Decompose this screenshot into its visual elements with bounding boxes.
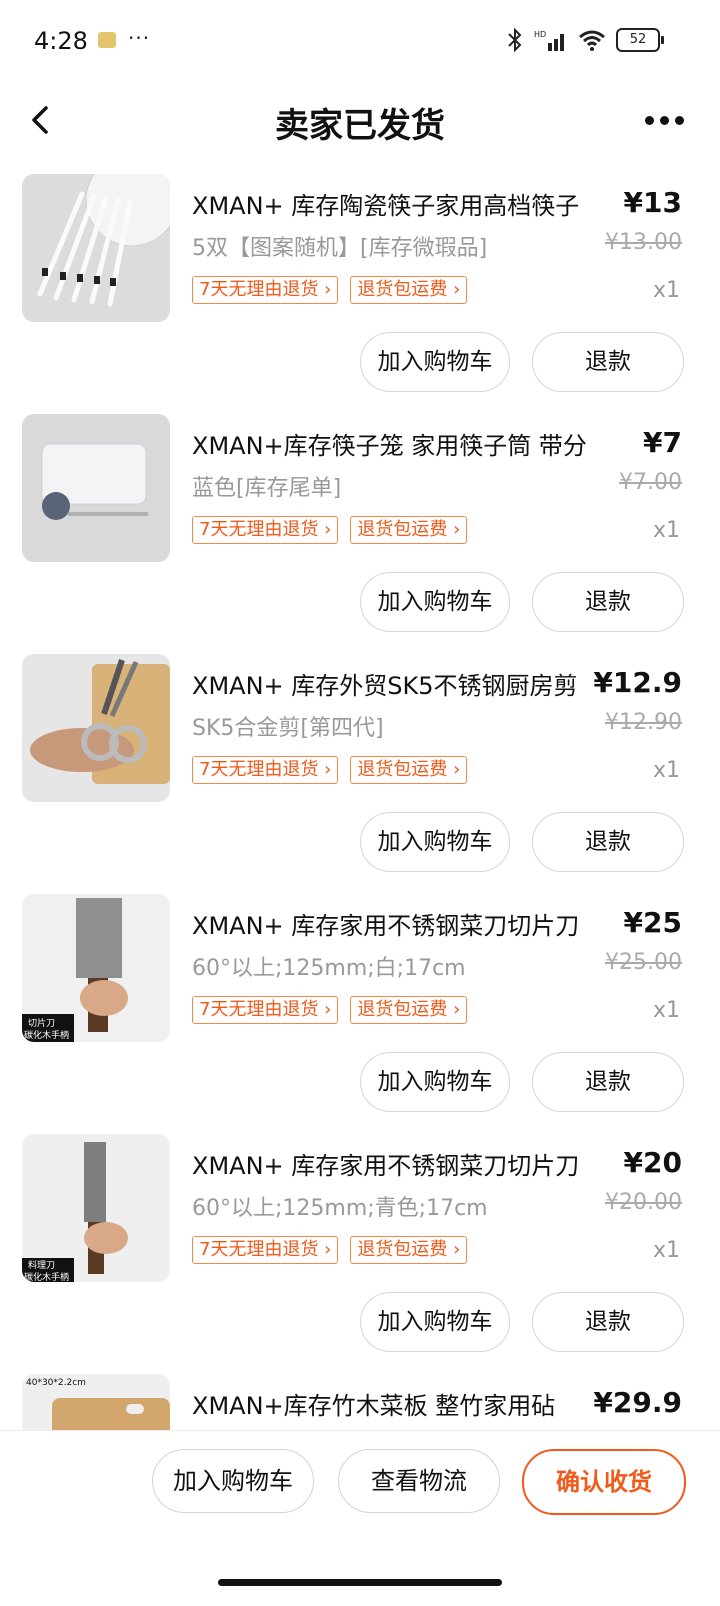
view-logistics-button[interactable]: 查看物流	[338, 1449, 500, 1513]
free-return-shipping-tag[interactable]: 退货包运费 ›	[350, 276, 468, 304]
free-return-shipping-tag[interactable]: 退货包运费 ›	[350, 996, 468, 1024]
product-sku: 60°以上;125mm;白;17cm	[192, 956, 466, 981]
add-to-cart-button[interactable]: 加入购物车	[360, 332, 510, 392]
order-item[interactable]: 切片刀 碳化木手柄 XMAN+ 库存家用不锈钢菜刀切片刀 ¥25 60°以上;1…	[0, 886, 720, 1126]
product-name[interactable]: XMAN+库存竹木菜板 整竹家用砧	[192, 1386, 612, 1421]
signal-icon: HD	[534, 30, 564, 51]
more-options-icon[interactable]	[645, 116, 684, 125]
product-image-chef-knife[interactable]: 料理刀 碳化木手柄	[22, 1134, 170, 1282]
product-quantity: x1	[652, 998, 680, 1023]
free-return-shipping-tag[interactable]: 退货包运费 ›	[350, 1236, 468, 1264]
product-image-chopstick-holder[interactable]	[22, 414, 170, 562]
refund-button[interactable]: 退款	[532, 812, 684, 872]
status-time: 4:28	[34, 27, 88, 55]
add-to-cart-button[interactable]: 加入购物车	[360, 572, 510, 632]
thumb-caption: 40*30*2.2cm	[26, 1378, 86, 1388]
product-sku: 60°以上;125mm;青色;17cm	[192, 1196, 488, 1221]
product-quantity: x1	[652, 1238, 680, 1263]
original-price: ¥20.00	[605, 1190, 682, 1215]
product-price: ¥7	[643, 426, 682, 459]
product-name[interactable]: XMAN+ 库存陶瓷筷子家用高档筷子	[192, 186, 612, 221]
more-notifications-icon: ···	[128, 26, 151, 50]
product-price: ¥20	[623, 1146, 682, 1179]
thumb-caption: 碳化木手柄	[24, 1031, 70, 1041]
product-name[interactable]: XMAN+ 库存外贸SK5不锈钢厨房剪	[192, 666, 612, 701]
free-return-shipping-tag[interactable]: 退货包运费 ›	[350, 516, 468, 544]
notification-app-icon	[98, 32, 116, 48]
bluetooth-icon	[508, 28, 522, 52]
original-price: ¥25.00	[605, 950, 682, 975]
product-image-kitchen-scissors[interactable]	[22, 654, 170, 802]
product-price: ¥29.9	[593, 1386, 682, 1419]
status-bar: 4:28 ··· HD 52	[0, 0, 720, 84]
product-price: ¥13	[623, 186, 682, 219]
order-item[interactable]: XMAN+库存筷子笼 家用筷子筒 带分 ¥7 蓝色[库存尾单] ¥7.00 7天…	[0, 406, 720, 646]
product-name[interactable]: XMAN+ 库存家用不锈钢菜刀切片刀	[192, 906, 612, 941]
free-return-shipping-tag[interactable]: 退货包运费 ›	[350, 756, 468, 784]
product-sku: 5双【图案随机】[库存微瑕品]	[192, 236, 488, 261]
product-price: ¥25	[623, 906, 682, 939]
refund-button[interactable]: 退款	[532, 1052, 684, 1112]
order-item[interactable]: XMAN+ 库存陶瓷筷子家用高档筷子 ¥13 5双【图案随机】[库存微瑕品] ¥…	[0, 166, 720, 406]
order-item-list: XMAN+ 库存陶瓷筷子家用高档筷子 ¥13 5双【图案随机】[库存微瑕品] ¥…	[0, 166, 720, 1606]
bottom-action-bar: 加入购物车 查看物流 确认收货	[0, 1430, 720, 1603]
confirm-receipt-button[interactable]: 确认收货	[522, 1449, 686, 1515]
add-to-cart-button[interactable]: 加入购物车	[360, 812, 510, 872]
home-indicator[interactable]	[218, 1579, 502, 1586]
add-to-cart-button[interactable]: 加入购物车	[360, 1052, 510, 1112]
add-to-cart-button[interactable]: 加入购物车	[360, 1292, 510, 1352]
page-header: 卖家已发货	[0, 84, 720, 156]
battery-icon: 52	[616, 28, 664, 52]
original-price: ¥12.90	[605, 710, 682, 735]
return-policy-tag[interactable]: 7天无理由退货 ›	[192, 996, 339, 1024]
product-name[interactable]: XMAN+ 库存家用不锈钢菜刀切片刀	[192, 1146, 612, 1181]
order-item[interactable]: 料理刀 碳化木手柄 XMAN+ 库存家用不锈钢菜刀切片刀 ¥20 60°以上;1…	[0, 1126, 720, 1366]
refund-button[interactable]: 退款	[532, 332, 684, 392]
product-sku: 蓝色[库存尾单]	[192, 476, 342, 501]
page-title: 卖家已发货	[275, 106, 445, 146]
refund-button[interactable]: 退款	[532, 572, 684, 632]
product-image-chopsticks[interactable]	[22, 174, 170, 322]
return-policy-tag[interactable]: 7天无理由退货 ›	[192, 276, 339, 304]
wifi-icon	[579, 30, 605, 51]
product-quantity: x1	[652, 758, 680, 783]
original-price: ¥13.00	[605, 230, 682, 255]
refund-button[interactable]: 退款	[532, 1292, 684, 1352]
product-name[interactable]: XMAN+库存筷子笼 家用筷子筒 带分	[192, 426, 612, 461]
original-price: ¥7.00	[619, 470, 682, 495]
order-item[interactable]: XMAN+ 库存外贸SK5不锈钢厨房剪 ¥12.9 SK5合金剪[第四代] ¥1…	[0, 646, 720, 886]
product-quantity: x1	[652, 278, 680, 303]
product-price: ¥12.9	[593, 666, 682, 699]
return-policy-tag[interactable]: 7天无理由退货 ›	[192, 756, 339, 784]
return-policy-tag[interactable]: 7天无理由退货 ›	[192, 1236, 339, 1264]
product-quantity: x1	[652, 518, 680, 543]
product-sku: SK5合金剪[第四代]	[192, 716, 384, 741]
svg-text:HD: HD	[534, 30, 546, 39]
thumb-caption: 碳化木手柄	[24, 1273, 70, 1282]
product-image-cleaver-knife[interactable]: 切片刀 碳化木手柄	[22, 894, 170, 1042]
return-policy-tag[interactable]: 7天无理由退货 ›	[192, 516, 339, 544]
bottom-add-to-cart-button[interactable]: 加入购物车	[152, 1449, 314, 1513]
